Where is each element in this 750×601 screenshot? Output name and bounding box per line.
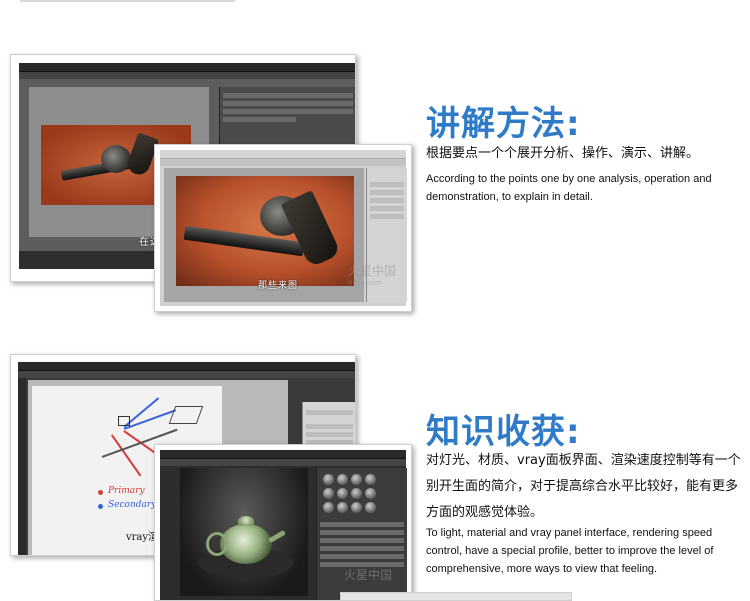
sketch-toolbar bbox=[18, 371, 355, 378]
menu-bar bbox=[19, 63, 355, 72]
sketch-menu-bar bbox=[18, 362, 355, 371]
section2-heading: 知识收获: bbox=[426, 412, 581, 452]
section1-en-text: According to the points one by one analy… bbox=[426, 173, 712, 203]
camera-sketch bbox=[118, 416, 130, 426]
teapot-render bbox=[180, 468, 308, 596]
section2-cn-text: 对灯光、材质、vray面板界面、渲染速度控制等有一个别开生面的简介，对于提高综合… bbox=[426, 453, 741, 520]
tool-strip bbox=[18, 378, 26, 555]
legend-dot-blue bbox=[98, 504, 103, 509]
watermark-sub: hxsd.com bbox=[348, 279, 382, 287]
ps-menu-bar bbox=[160, 150, 406, 159]
gun-photo-large bbox=[176, 176, 354, 286]
render-menu-bar bbox=[160, 450, 406, 459]
top-divider bbox=[20, 0, 235, 2]
light-sketch bbox=[168, 406, 204, 424]
section1-heading: 讲解方法: bbox=[426, 104, 581, 144]
legend-secondary: Secondary bbox=[108, 500, 157, 510]
section1-cn-text: 根据要点一个个展开分析、操作、演示、讲解。 bbox=[426, 146, 700, 161]
ps-caption: 那些来图 bbox=[258, 281, 299, 291]
ps-toolbar bbox=[160, 159, 406, 166]
watermark-text: 火星中国 bbox=[348, 264, 397, 278]
render-toolbar bbox=[160, 459, 406, 466]
legend-dot-red bbox=[98, 490, 103, 495]
toolbar bbox=[19, 72, 355, 79]
watermark-text-2: 火星中国 bbox=[344, 568, 393, 582]
next-screenshot-edge bbox=[340, 592, 572, 601]
section2-en-text: To light, material and vray panel interf… bbox=[426, 527, 714, 575]
legend-primary: Primary bbox=[108, 486, 145, 496]
watermark-2: 火星中国 bbox=[344, 566, 392, 583]
watermark-1: 火星中国 hxsd.com bbox=[348, 262, 396, 287]
